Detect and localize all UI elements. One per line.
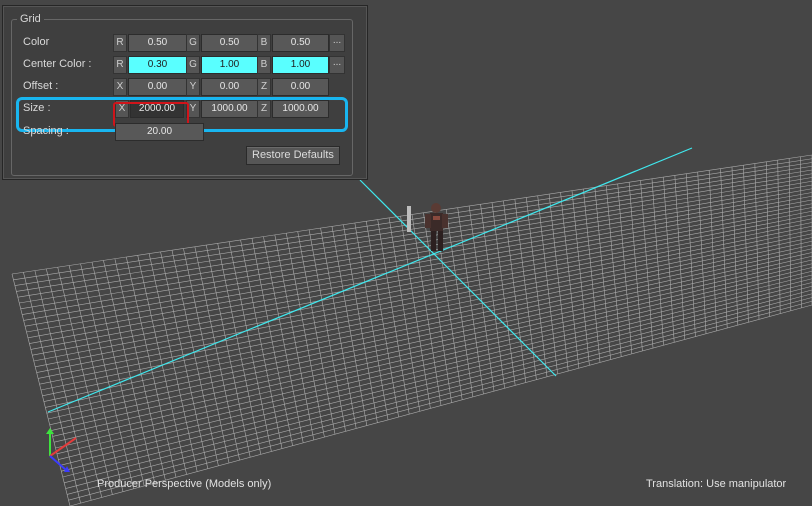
color-r-label: R [113, 34, 127, 52]
offset-z-label: Z [257, 78, 271, 96]
grid-line-v [53, 263, 812, 443]
offset-y-field[interactable]: 0.00 [201, 78, 258, 96]
grid-line-v [51, 255, 812, 431]
grid-line-v [52, 259, 812, 437]
grid-line-v [61, 282, 812, 472]
grid-line-v [68, 300, 812, 501]
grid-line-v [64, 289, 812, 484]
offset-y-label: Y [186, 78, 200, 96]
grid-line-v [49, 252, 812, 426]
offset-x-field[interactable]: 0.00 [128, 78, 187, 96]
center-g-label: G [186, 56, 200, 74]
camera-label: Producer Perspective (Models only) [97, 478, 272, 490]
grid-center-line-x [47, 147, 693, 413]
color-g-field[interactable]: 0.50 [201, 34, 258, 52]
size-x-field[interactable]: 2000.00 [130, 100, 184, 118]
color-label: Color [23, 36, 50, 48]
size-label: Size : [23, 102, 51, 114]
grid-line-v [65, 293, 812, 489]
status-label: Translation: Use manipulator [646, 478, 787, 490]
center-g-field[interactable]: 1.00 [201, 56, 258, 74]
grid-line-v [62, 285, 812, 478]
offset-x-label: X [113, 78, 127, 96]
group-title: Grid [17, 13, 44, 25]
size-y-field[interactable]: 1000.00 [201, 100, 258, 118]
character-model[interactable] [400, 196, 460, 266]
size-x-label: X [115, 100, 129, 118]
size-y-label: Y [186, 100, 200, 118]
offset-label: Offset : [23, 80, 59, 92]
center-color-picker-button[interactable]: ... [329, 56, 345, 74]
color-picker-button[interactable]: ... [329, 34, 345, 52]
color-g-label: G [186, 34, 200, 52]
center-r-label: R [113, 56, 127, 74]
axis-gizmo [46, 428, 77, 472]
grid-settings-panel: Grid Color R 0.50 G 0.50 B 0.50 ... Cent… [2, 5, 368, 180]
center-color-label: Center Color : [23, 58, 92, 70]
sword-blade [407, 206, 411, 232]
center-b-field[interactable]: 1.00 [272, 56, 329, 74]
color-r-field[interactable]: 0.50 [128, 34, 187, 52]
size-z-label: Z [257, 100, 271, 118]
spacing-field[interactable]: 20.00 [115, 123, 204, 141]
color-b-label: B [257, 34, 271, 52]
size-z-field[interactable]: 1000.00 [272, 100, 329, 118]
restore-defaults-button[interactable]: Restore Defaults [246, 146, 340, 165]
color-b-field[interactable]: 0.50 [272, 34, 329, 52]
grid-line-v [69, 304, 812, 506]
grid-line-v [45, 240, 812, 408]
offset-z-field[interactable]: 0.00 [272, 78, 329, 96]
spacing-label: Spacing : [23, 125, 69, 137]
center-b-label: B [257, 56, 271, 74]
center-r-field[interactable]: 0.30 [128, 56, 187, 74]
